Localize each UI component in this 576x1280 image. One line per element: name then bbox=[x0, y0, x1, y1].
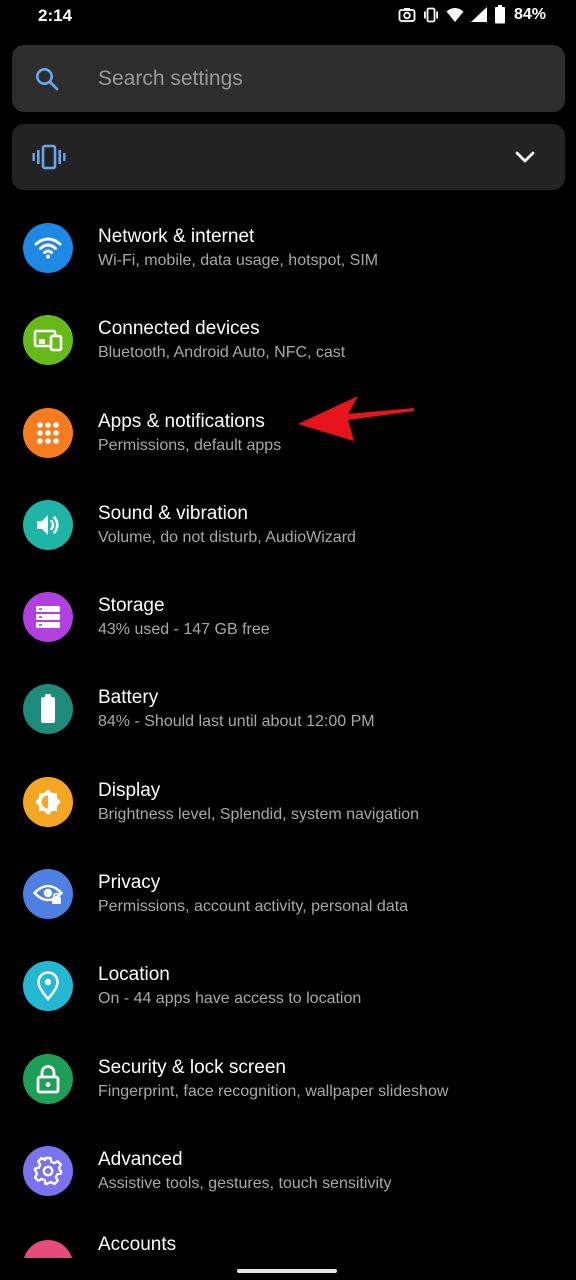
gear-icon bbox=[23, 1145, 73, 1196]
settings-item-title: Storage bbox=[98, 595, 165, 617]
settings-item-title: Location bbox=[98, 964, 170, 986]
lock-icon bbox=[23, 1053, 73, 1104]
settings-item-privacy[interactable]: Privacy Permissions, account activity, p… bbox=[0, 848, 576, 940]
battery-percent: 84% bbox=[513, 5, 546, 23]
navigation-handle[interactable] bbox=[237, 1269, 337, 1273]
settings-item-subtitle: 84% - Should last until about 12:00 PM bbox=[98, 713, 375, 731]
devices-icon bbox=[23, 315, 73, 366]
settings-item-subtitle: Wi-Fi, mobile, data usage, hotspot, SIM bbox=[98, 252, 379, 269]
vibrate-icon bbox=[32, 142, 66, 177]
settings-item-storage[interactable]: Storage 43% used - 147 GB free bbox=[0, 571, 576, 663]
settings-item-apps-notifications[interactable]: Apps & notifications Permissions, defaul… bbox=[0, 387, 576, 479]
location-pin-icon bbox=[23, 961, 73, 1012]
settings-item-title: Network & internet bbox=[98, 226, 255, 247]
settings-item-title: Apps & notifications bbox=[98, 410, 265, 432]
settings-item-location[interactable]: Location On - 44 apps have access to loc… bbox=[0, 940, 576, 1032]
settings-item-subtitle: On - 44 apps have access to location bbox=[98, 990, 362, 1008]
settings-item-subtitle: Fingerprint, face recognition, wallpaper… bbox=[98, 1082, 449, 1100]
settings-item-security[interactable]: Security & lock screen Fingerprint, face… bbox=[0, 1033, 576, 1125]
brightness-icon bbox=[23, 776, 73, 827]
settings-item-title: Advanced bbox=[98, 1148, 183, 1170]
settings-item-title: Accounts bbox=[98, 1234, 177, 1255]
battery-icon bbox=[23, 684, 73, 735]
settings-item-subtitle: Brightness level, Splendid, system navig… bbox=[98, 805, 420, 823]
settings-item-subtitle: Bluetooth, Android Auto, NFC, cast bbox=[98, 344, 346, 362]
settings-item-title: Display bbox=[98, 779, 161, 801]
battery-icon bbox=[494, 5, 506, 24]
settings-item-sound-vibration[interactable]: Sound & vibration Volume, do not disturb… bbox=[0, 479, 576, 571]
settings-item-advanced[interactable]: Advanced Assistive tools, gestures, touc… bbox=[0, 1125, 576, 1217]
status-icons: 84% bbox=[398, 5, 546, 24]
settings-item-title: Sound & vibration bbox=[98, 502, 248, 524]
settings-item-display[interactable]: Display Brightness level, Splendid, syst… bbox=[0, 756, 576, 848]
signal-icon bbox=[470, 6, 488, 24]
search-input[interactable]: Search settings bbox=[98, 67, 243, 91]
settings-item-title: Connected devices bbox=[98, 318, 260, 340]
arrow-pointer-icon bbox=[290, 390, 420, 451]
search-bar[interactable]: Search settings bbox=[12, 45, 565, 112]
settings-item-subtitle: 43% used - 147 GB free bbox=[98, 621, 270, 639]
settings-item-subtitle: Permissions, account activity, personal … bbox=[98, 898, 409, 916]
settings-item-connected-devices[interactable]: Connected devices Bluetooth, Android Aut… bbox=[0, 294, 576, 386]
accounts-icon bbox=[23, 1240, 73, 1258]
settings-item-title: Privacy bbox=[98, 872, 161, 894]
settings-item-title: Battery bbox=[98, 687, 159, 709]
settings-list: Network & internet Wi-Fi, mobile, data u… bbox=[0, 202, 576, 1217]
settings-item-title: Security & lock screen bbox=[98, 1056, 286, 1078]
storage-icon bbox=[23, 592, 73, 643]
status-time: 2:14 bbox=[38, 6, 73, 25]
sound-mode-card[interactable] bbox=[12, 124, 565, 190]
screenshot-icon bbox=[398, 6, 416, 24]
vibrate-icon bbox=[422, 6, 440, 24]
wifi-icon bbox=[23, 223, 73, 273]
eye-lock-icon bbox=[23, 869, 73, 920]
status-bar: 2:14 84% bbox=[0, 0, 576, 32]
search-icon bbox=[34, 66, 60, 97]
apps-grid-icon bbox=[23, 407, 73, 458]
settings-item-accounts[interactable]: Accounts bbox=[0, 1226, 576, 1258]
wifi-icon bbox=[446, 6, 464, 24]
volume-icon bbox=[23, 499, 73, 550]
settings-item-subtitle: Assistive tools, gestures, touch sensiti… bbox=[98, 1174, 392, 1192]
settings-item-subtitle: Permissions, default apps bbox=[98, 436, 282, 454]
chevron-down-icon[interactable] bbox=[515, 150, 535, 169]
settings-item-network[interactable]: Network & internet Wi-Fi, mobile, data u… bbox=[0, 202, 576, 294]
settings-item-subtitle: Volume, do not disturb, AudioWizard bbox=[98, 528, 356, 546]
settings-item-battery[interactable]: Battery 84% - Should last until about 12… bbox=[0, 663, 576, 755]
